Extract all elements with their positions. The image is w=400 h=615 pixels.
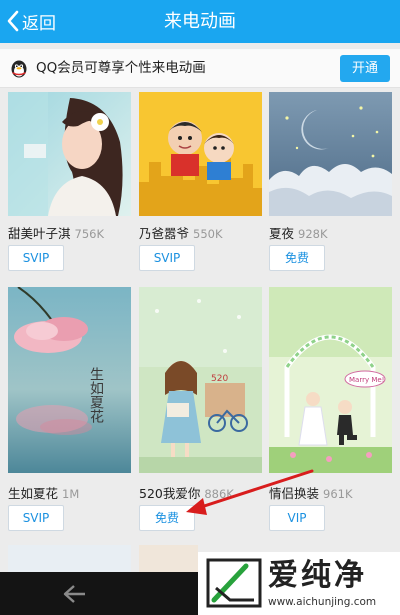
svip-button[interactable]: SVIP <box>8 505 64 531</box>
card-art-caption: 520 <box>211 374 228 384</box>
svip-button[interactable]: SVIP <box>139 245 195 271</box>
banner-text: QQ会员可尊享个性来电动画 <box>36 60 206 76</box>
free-button[interactable]: 免费 <box>139 505 195 531</box>
card-title-text: 乃爸嚣爷 <box>139 226 190 241</box>
animation-thumbnail[interactable] <box>139 92 262 216</box>
card-title-text: 520我爱你 <box>139 486 201 501</box>
card-size: 550K <box>193 227 223 241</box>
animation-thumbnail[interactable] <box>139 545 198 572</box>
card-size: 1M <box>62 487 80 501</box>
card-title: 520我爱你 886K <box>139 483 234 502</box>
card-title-text: 夏夜 <box>269 226 295 241</box>
membership-banner: QQ会员可尊享个性来电动画 开通 <box>0 49 400 88</box>
card-size: 928K <box>298 227 328 241</box>
card-title: 夏夜 928K <box>269 223 328 242</box>
card-art-caption: Marry Me! <box>349 376 384 384</box>
qq-penguin-icon <box>11 60 27 78</box>
open-membership-button[interactable]: 开通 <box>340 55 390 82</box>
card-size: 756K <box>74 227 105 241</box>
page-title: 来电动画 <box>164 11 236 32</box>
animation-thumbnail[interactable]: 生如夏花 <box>8 287 131 473</box>
card-size: 961K <box>323 487 353 501</box>
animation-thumbnail[interactable] <box>8 92 131 216</box>
watermark: 爱纯净 www.aichunjing.com <box>198 552 400 615</box>
animation-thumbnail[interactable] <box>8 545 131 572</box>
card-art-caption: 生如夏花 <box>88 367 104 424</box>
card-title-text: 情侣换装 <box>269 486 320 501</box>
arrow-left-icon[interactable] <box>62 583 88 605</box>
watermark-text: 爱纯净 <box>268 558 367 593</box>
watermark-logo-icon <box>206 558 262 608</box>
card-title: 生如夏花 1M <box>8 483 79 502</box>
card-title: 甜美叶子淇 756K <box>8 223 104 242</box>
animation-thumbnail[interactable] <box>269 92 392 216</box>
card-size: 886K <box>204 487 234 501</box>
card-title: 情侣换装 961K <box>269 483 353 502</box>
free-button[interactable]: 免费 <box>269 245 325 271</box>
svip-button[interactable]: SVIP <box>8 245 64 271</box>
animation-thumbnail[interactable]: 520 <box>139 287 262 473</box>
card-title: 乃爸嚣爷 550K <box>139 223 223 242</box>
card-title-text: 生如夏花 <box>8 486 59 501</box>
vip-button[interactable]: VIP <box>269 505 325 531</box>
card-title-text: 甜美叶子淇 <box>8 226 71 241</box>
title-bar: 返回 来电动画 <box>0 0 400 43</box>
animation-thumbnail[interactable]: Marry Me! <box>269 287 392 473</box>
watermark-url: www.aichunjing.com <box>268 596 377 608</box>
